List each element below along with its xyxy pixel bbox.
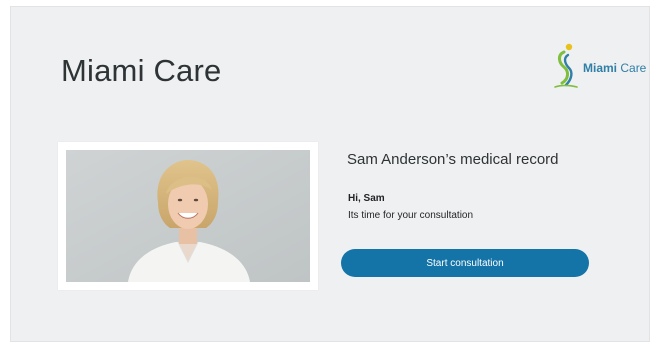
consultation-message: Its time for your consultation xyxy=(348,210,474,221)
doctor-portrait xyxy=(66,150,310,282)
brand-logo: Miami Care xyxy=(547,41,649,93)
miami-care-logo-icon xyxy=(554,43,578,88)
page-title: Miami Care xyxy=(61,53,222,88)
patient-photo-frame xyxy=(58,142,318,290)
brand-name: Miami Care xyxy=(583,61,647,75)
app-screen: Miami Care Miami Care Sam Anderson’s med… xyxy=(10,6,650,342)
greeting-text: Hi, Sam xyxy=(348,193,385,204)
start-consultation-button[interactable]: Start consultation xyxy=(341,249,589,277)
medical-record-title: Sam Anderson’s medical record xyxy=(347,151,559,168)
